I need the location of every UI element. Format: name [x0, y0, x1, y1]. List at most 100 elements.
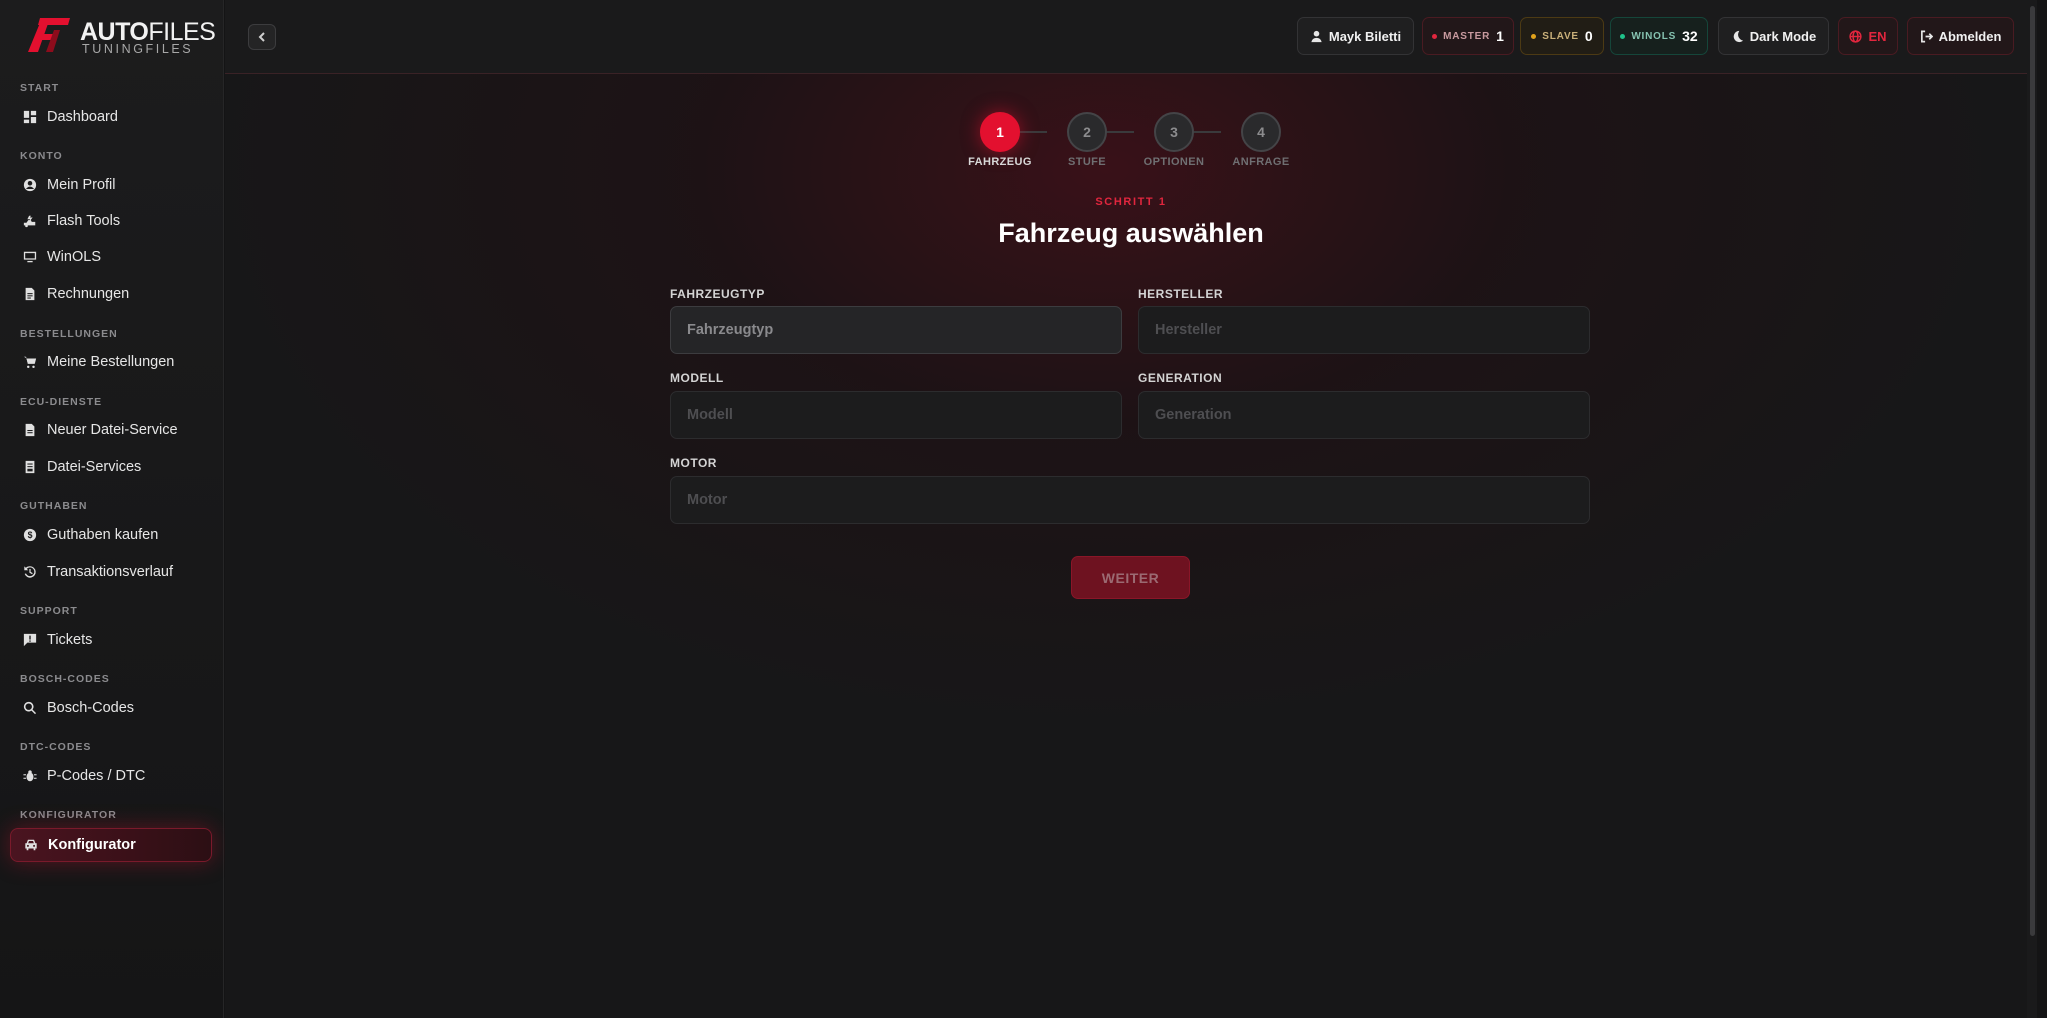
section-ecu-dienste: ECU-DIENSTE [20, 396, 103, 408]
sidebar-item-label: Transaktionsverlauf [47, 564, 173, 580]
sidebar-item-label: Dashboard [47, 109, 118, 125]
sidebar-item-rechnungen[interactable]: Rechnungen [10, 278, 212, 310]
sidebar-item-dashboard[interactable]: Dashboard [10, 101, 212, 133]
winols-credits-badge[interactable]: WINOLS 32 [1610, 17, 1708, 55]
search-icon [23, 701, 37, 715]
user-name: Mayk Biletti [1328, 28, 1402, 44]
step-4-circle[interactable]: 4 [1241, 112, 1281, 152]
sidebar: AUTOFILES TUNINGFILES START Dashboard KO… [0, 0, 224, 1018]
sidebar-item-tickets[interactable]: Tickets [10, 624, 212, 656]
file-icon [23, 423, 37, 437]
slave-credits-badge[interactable]: SLAVE 0 [1520, 17, 1604, 55]
sidebar-item-label: Konfigurator [48, 837, 136, 853]
sidebar-item-label: Mein Profil [47, 177, 116, 193]
slave-label: SLAVE [1542, 30, 1579, 42]
scrollbar[interactable] [2027, 0, 2037, 1018]
step-4-label: ANFRAGE [1232, 156, 1290, 168]
sidebar-item-neuer-datei-service[interactable]: Neuer Datei-Service [10, 414, 212, 446]
master-credits-badge[interactable]: MASTER 1 [1422, 17, 1514, 55]
user-menu-button[interactable]: Mayk Biletti [1297, 17, 1414, 55]
sidebar-item-label: P-Codes / DTC [47, 768, 146, 784]
sidebar-item-datei-services[interactable]: Datei-Services [10, 451, 212, 483]
slave-value: 0 [1584, 28, 1593, 44]
section-konto: KONTO [20, 150, 63, 162]
sidebar-item-label: Neuer Datei-Service [47, 422, 178, 438]
sidebar-item-flash-tools[interactable]: Flash Tools [10, 205, 212, 237]
sidebar-item-label: Flash Tools [47, 213, 121, 229]
sidebar-item-meine-bestellungen[interactable]: Meine Bestellungen [10, 346, 212, 378]
sidebar-item-label: Tickets [47, 632, 93, 648]
section-support: SUPPORT [20, 605, 78, 617]
logo-mark-icon [28, 18, 70, 52]
brand-logo[interactable]: AUTOFILES TUNINGFILES [26, 16, 216, 56]
user-icon [1311, 30, 1322, 42]
manufacturer-select[interactable] [1138, 306, 1590, 354]
master-value: 1 [1496, 28, 1504, 44]
generation-label: GENERATION [1138, 371, 1223, 385]
section-konfigurator: KONFIGURATOR [20, 809, 117, 821]
engine-select[interactable] [670, 476, 1590, 524]
logout-button[interactable]: Abmelden [1907, 17, 2014, 55]
sidebar-item-bosch-codes[interactable]: Bosch-Codes [10, 692, 212, 724]
step-kicker: SCHRITT 1 [1095, 196, 1167, 208]
model-label: MODELL [670, 371, 724, 385]
language-button[interactable]: EN [1838, 17, 1898, 55]
slave-dot-icon [1531, 33, 1537, 39]
scrollbar-thumb[interactable] [2030, 6, 2035, 936]
step-1-circle[interactable]: 1 [980, 112, 1020, 152]
vehicle-type-select[interactable] [670, 306, 1122, 354]
next-button[interactable]: WEITER [1071, 556, 1190, 599]
history-icon [23, 565, 37, 579]
section-bestellungen: BESTELLUNGEN [20, 328, 118, 340]
manufacturer-label: HERSTELLER [1138, 287, 1224, 301]
sidebar-item-label: WinOLS [47, 249, 101, 265]
collapse-sidebar-button[interactable] [248, 24, 276, 50]
logout-icon [1920, 30, 1933, 42]
flash-tools-icon [23, 214, 37, 228]
sidebar-item-label: Meine Bestellungen [47, 354, 175, 370]
svg-text:$: $ [28, 530, 33, 540]
engine-label: MOTOR [670, 456, 717, 470]
sidebar-item-p-codes[interactable]: P-Codes / DTC [10, 760, 212, 792]
car-icon [24, 838, 38, 852]
receipt-icon [23, 460, 37, 474]
section-dtc-codes: DTC-CODES [20, 741, 92, 753]
coin-icon: $ [23, 528, 37, 542]
master-dot-icon [1432, 33, 1438, 39]
sidebar-item-label: Rechnungen [47, 286, 130, 302]
sidebar-item-label: Guthaben kaufen [47, 527, 159, 543]
logout-label: Abmelden [1938, 28, 2002, 44]
sidebar-item-mein-profil[interactable]: Mein Profil [10, 169, 212, 201]
brand-tagline: TUNINGFILES [82, 42, 194, 56]
sidebar-item-winols[interactable]: WinOLS [10, 241, 212, 273]
section-guthaben: GUTHABEN [20, 500, 88, 512]
theme-label: Dark Mode [1749, 28, 1817, 44]
ticket-icon [23, 633, 37, 647]
master-label: MASTER [1443, 30, 1491, 42]
main-content: Mayk Biletti MASTER 1 SLAVE 0 WINOLS 32 … [225, 0, 2037, 1018]
generation-select[interactable] [1138, 391, 1590, 439]
section-bosch-codes: BOSCH-CODES [20, 673, 110, 685]
model-select[interactable] [670, 391, 1122, 439]
chevron-left-icon [258, 32, 265, 42]
sidebar-item-konfigurator[interactable]: Konfigurator [10, 828, 212, 862]
cart-icon [23, 355, 37, 369]
monitor-icon [23, 250, 37, 264]
document-icon [23, 287, 37, 301]
top-bar: Mayk Biletti MASTER 1 SLAVE 0 WINOLS 32 … [225, 0, 2037, 74]
step-2-circle[interactable]: 2 [1067, 112, 1107, 152]
step-3-circle[interactable]: 3 [1154, 112, 1194, 152]
theme-toggle-button[interactable]: Dark Mode [1718, 17, 1829, 55]
globe-icon [1849, 29, 1863, 43]
vehicle-type-label: FAHRZEUGTYP [670, 287, 765, 301]
sidebar-item-label: Datei-Services [47, 459, 142, 475]
language-label: EN [1868, 28, 1887, 44]
winols-value: 32 [1682, 28, 1698, 44]
sidebar-item-guthaben-kaufen[interactable]: $ Guthaben kaufen [10, 519, 212, 551]
bug-icon [23, 769, 37, 783]
dashboard-icon [23, 110, 37, 124]
sidebar-item-label: Bosch-Codes [47, 700, 135, 716]
winols-label: WINOLS [1631, 30, 1677, 42]
sidebar-item-transaktionsverlauf[interactable]: Transaktionsverlauf [10, 556, 212, 588]
user-circle-icon [23, 178, 37, 192]
